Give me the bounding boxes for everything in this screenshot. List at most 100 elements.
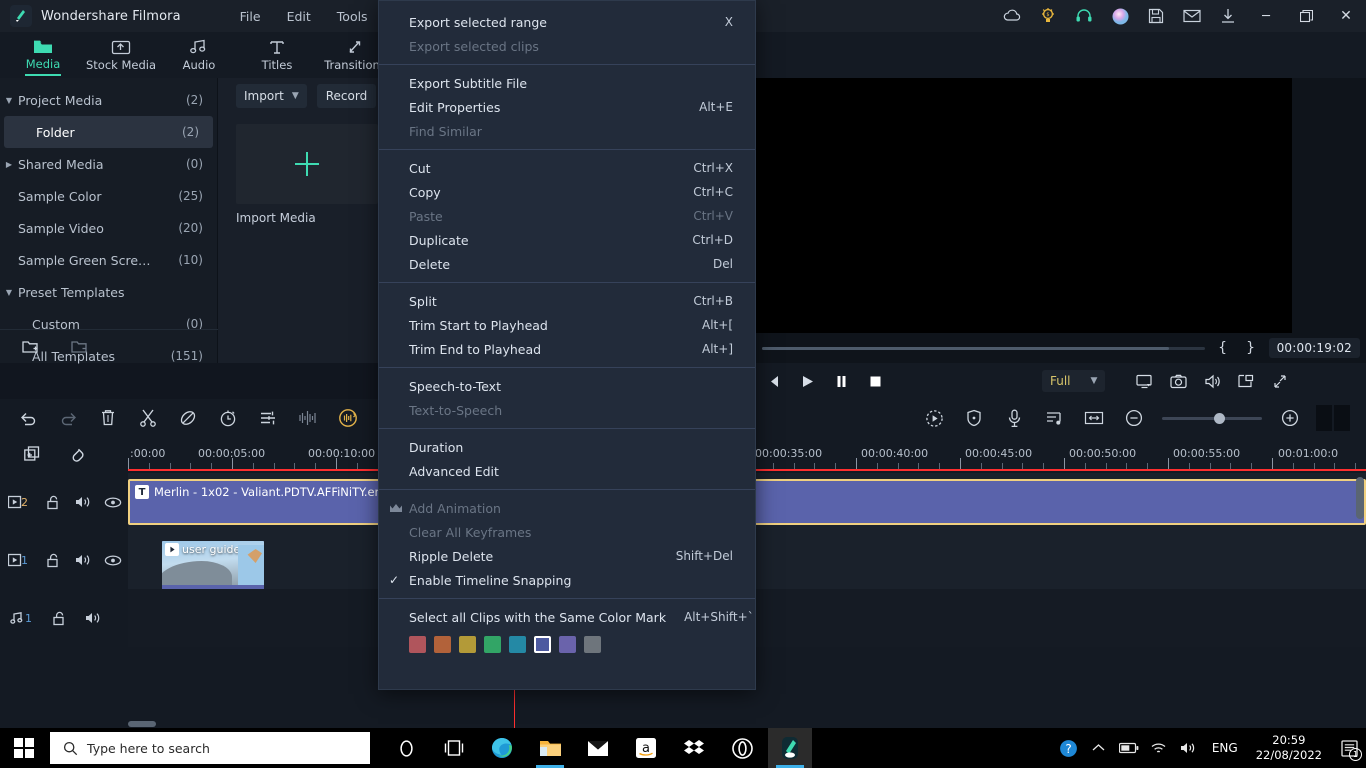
lock-icon[interactable] [42,611,76,626]
menu-edit[interactable]: Edit [274,4,324,29]
amazon-icon[interactable]: a [624,728,668,768]
notification-center-icon[interactable]: 1 [1332,728,1366,768]
mute-icon[interactable] [76,611,110,625]
eye-visibility-icon[interactable] [98,554,128,567]
snapshot-camera-icon[interactable] [1161,363,1195,399]
quality-selector[interactable]: Full ▼ [1042,370,1105,392]
ctx-advanced-edit[interactable]: Advanced Edit [379,459,755,483]
color-swatch-yellow[interactable] [459,636,476,653]
cortana-icon[interactable] [384,728,428,768]
lock-icon[interactable] [38,553,68,568]
sidebar-item-shared-media[interactable]: ▶ Shared Media (0) [0,148,217,180]
lock-icon[interactable] [38,495,68,510]
ctx-select-same-color-mark[interactable]: Select all Clips with the Same Color Mar… [379,605,755,629]
chevron-down-icon[interactable]: ▼ [1091,376,1098,386]
ctx-copy[interactable]: Copy Ctrl+C [379,180,755,204]
sidebar-item-project-media[interactable]: ▼ Project Media (2) [0,84,217,116]
dropbox-icon[interactable] [672,728,716,768]
ctx-trim-end-to-playhead[interactable]: Trim End to Playhead Alt+] [379,337,755,361]
ctx-delete[interactable]: Delete Del [379,252,755,276]
tab-stock-media[interactable]: Stock Media [82,32,160,78]
volume-icon[interactable] [1195,363,1229,399]
minimize-button[interactable]: ─ [1246,0,1286,32]
windows-start-icon[interactable] [0,728,48,768]
microsoft-edge-icon[interactable] [480,728,524,768]
chevron-right-icon[interactable]: ▶ [0,160,18,169]
split-scissors-icon[interactable] [128,399,168,437]
ctx-cut[interactable]: Cut Ctrl+X [379,156,755,180]
timeline-horizontal-scrollbar[interactable] [128,721,156,727]
ctx-duplicate[interactable]: Duplicate Ctrl+D [379,228,755,252]
record-button[interactable]: Record [317,84,376,108]
add-marker-icon[interactable] [24,446,42,464]
download-icon[interactable] [1210,0,1246,32]
color-adjust-icon[interactable] [248,399,288,437]
import-media-cell[interactable]: Import Media [236,124,378,225]
undo-icon[interactable] [8,399,48,437]
fit-timeline-icon[interactable] [1074,399,1114,437]
task-view-icon[interactable] [432,728,476,768]
filmora-taskbar-icon[interactable] [768,728,812,768]
preview-scrubber[interactable] [762,347,1205,350]
chevron-down-icon[interactable]: ▼ [0,96,18,105]
color-swatch-red[interactable] [409,636,426,653]
eye-visibility-icon[interactable] [98,496,128,509]
cloud-icon[interactable] [994,0,1030,32]
color-swatch-purple[interactable] [559,636,576,653]
ctx-speech-to-text[interactable]: Speech-to-Text [379,374,755,398]
redo-icon[interactable] [48,399,88,437]
tab-audio[interactable]: Audio [160,32,238,78]
delete-trash-icon[interactable] [88,399,128,437]
chevron-down-icon[interactable]: ▼ [0,288,18,297]
mute-icon[interactable] [68,553,98,567]
show-hidden-icons-icon[interactable] [1084,728,1114,768]
lightbulb-tip-icon[interactable]: $ [1030,0,1066,32]
fullscreen-icon[interactable] [1263,363,1297,399]
motion-tracking-icon[interactable] [914,399,954,437]
timeline-vertical-scrollbar[interactable] [1356,477,1364,519]
help-question-icon[interactable]: ? [1054,728,1084,768]
volume-icon[interactable] [1174,728,1204,768]
save-icon[interactable] [1138,0,1174,32]
mark-disable-icon[interactable] [168,399,208,437]
battery-icon[interactable] [1114,728,1144,768]
color-swatch-teal[interactable] [509,636,526,653]
audio-waveform-icon[interactable] [288,399,328,437]
clock[interactable]: 20:59 22/08/2022 [1246,733,1332,763]
ctx-edit-properties[interactable]: Edit Properties Alt+E [379,95,755,119]
ctx-export-selected-range[interactable]: Export selected range X [379,10,755,34]
sidebar-item-sample-color[interactable]: Sample Color (25) [0,180,217,212]
play-button[interactable] [790,363,824,399]
sidebar-item-sample-video[interactable]: Sample Video (20) [0,212,217,244]
mark-out-button[interactable]: } [1241,340,1261,356]
audio-mixer-icon[interactable] [1034,399,1074,437]
ctx-export-subtitle-file[interactable]: Export Subtitle File [379,71,755,95]
display-settings-icon[interactable] [1127,363,1161,399]
stop-button[interactable] [858,363,892,399]
mute-icon[interactable] [68,495,98,509]
opera-gx-icon[interactable] [720,728,764,768]
ctx-trim-start-to-playhead[interactable]: Trim Start to Playhead Alt+[ [379,313,755,337]
zoom-in-icon[interactable] [1270,399,1310,437]
file-explorer-icon[interactable] [528,728,572,768]
new-folder-icon[interactable] [22,339,41,355]
link-chain-icon[interactable] [68,446,86,464]
chevron-down-icon[interactable]: ▼ [292,91,299,101]
import-media-dropzone[interactable] [236,124,378,204]
speed-stopwatch-icon[interactable] [208,399,248,437]
mail-icon[interactable] [576,728,620,768]
sidebar-item-folder[interactable]: Folder (2) [4,116,213,148]
pop-out-icon[interactable] [1229,363,1263,399]
voiceover-mic-icon[interactable] [994,399,1034,437]
timeline-zoom-slider[interactable] [1162,417,1262,420]
ctx-enable-timeline-snapping[interactable]: ✓ Enable Timeline Snapping [379,568,755,592]
mail-icon[interactable] [1174,0,1210,32]
zoom-slider-handle[interactable] [1214,413,1225,424]
menu-file[interactable]: File [227,4,274,29]
sidebar-item-sample-green-screen[interactable]: Sample Green Scre… (10) [0,244,217,276]
prev-frame-button[interactable] [756,363,790,399]
color-swatch-gray[interactable] [584,636,601,653]
audio-ducking-icon[interactable] [328,399,368,437]
tab-media[interactable]: Media [4,32,82,78]
color-swatch-green[interactable] [484,636,501,653]
